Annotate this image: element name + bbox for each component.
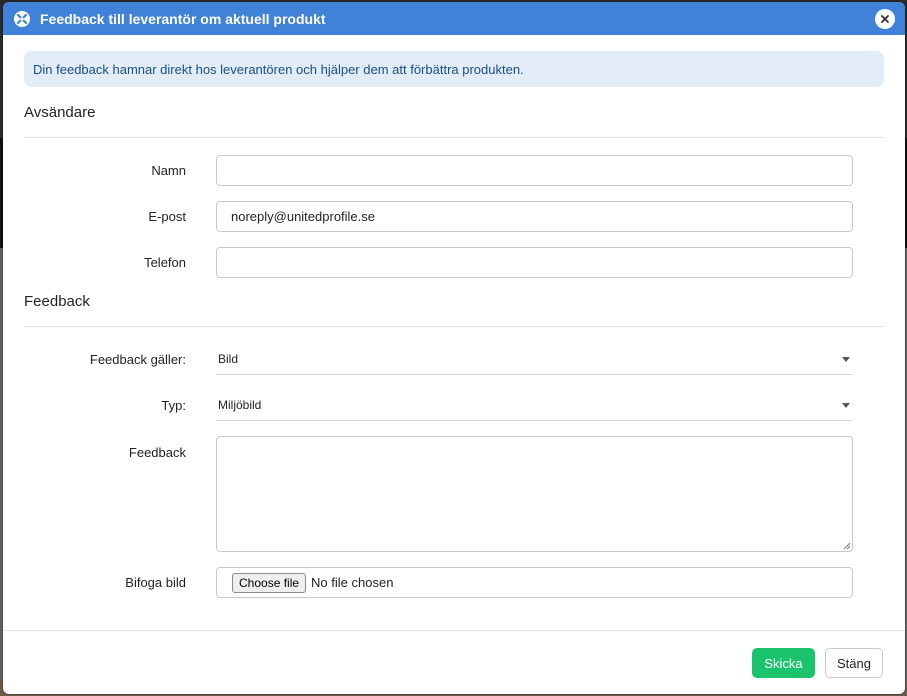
type-select-value: Miljöbild (218, 398, 262, 412)
app-logo-icon (14, 10, 30, 27)
feedback-textarea[interactable] (216, 436, 853, 552)
dialog-title: Feedback till leverantör om aktuell prod… (40, 10, 326, 27)
chevron-down-icon (842, 402, 850, 408)
email-label: E-post (148, 209, 186, 224)
sender-section-title: Avsändare (24, 104, 884, 138)
type-label: Typ: (161, 398, 186, 413)
name-label: Namn (151, 163, 186, 178)
subject-select[interactable]: Bild (216, 344, 853, 375)
subject-select-value: Bild (218, 352, 239, 366)
phone-row: Telefon (24, 247, 884, 278)
subject-row: Feedback gäller: Bild (24, 344, 884, 375)
no-file-text: No file chosen (311, 575, 394, 590)
file-input: Choose file No file chosen (216, 567, 853, 598)
resize-handle-icon[interactable] (843, 542, 850, 549)
name-row: Namn (24, 155, 884, 186)
email-input[interactable] (216, 201, 853, 232)
attach-label: Bifoga bild (125, 575, 186, 590)
close-button[interactable]: Stäng (825, 648, 883, 678)
close-icon (881, 14, 889, 23)
feedback-text-row: Feedback (24, 436, 884, 552)
feedback-section-title: Feedback (24, 293, 884, 327)
type-select[interactable]: Miljöbild (216, 390, 853, 421)
chevron-down-icon (842, 356, 850, 362)
phone-label: Telefon (144, 255, 186, 270)
subject-label: Feedback gäller: (89, 352, 186, 367)
email-row: E-post (24, 201, 884, 232)
name-input[interactable] (216, 155, 853, 186)
info-message: Din feedback hamnar direkt hos leverantö… (24, 51, 884, 87)
feedback-text-label: Feedback (128, 445, 186, 460)
type-row: Typ: Miljöbild (24, 390, 884, 421)
feedback-dialog: Feedback till leverantör om aktuell prod… (3, 2, 905, 694)
dialog-footer: Skicka Stäng (3, 630, 905, 694)
phone-input[interactable] (216, 247, 853, 278)
dialog-titlebar: Feedback till leverantör om aktuell prod… (3, 2, 905, 35)
choose-file-button[interactable]: Choose file (232, 572, 307, 593)
attach-row: Bifoga bild Choose file No file chosen (24, 567, 884, 598)
dialog-close-button[interactable] (875, 8, 895, 29)
send-button[interactable]: Skicka (752, 648, 815, 678)
